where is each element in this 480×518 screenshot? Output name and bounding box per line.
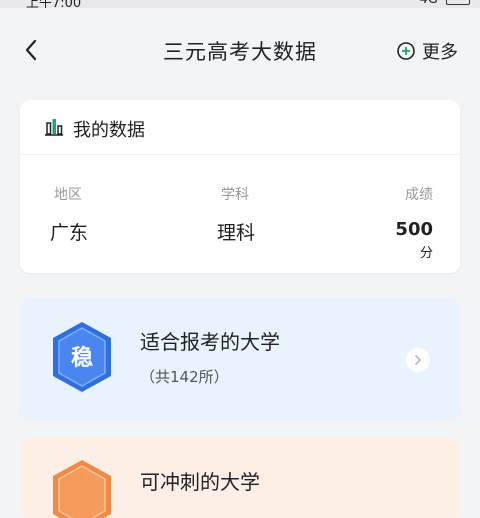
plus-circle-icon [397, 42, 415, 60]
reach-title: 可冲刺的大学 [140, 470, 260, 494]
suitable-arrow-button[interactable] [406, 348, 430, 372]
suitable-universities-card[interactable]: 稳 适合报考的大学 （共142所） [20, 298, 460, 420]
suitable-title: 适合报考的大学 [140, 330, 280, 354]
header: 三元高考大数据 更多 [0, 8, 480, 90]
my-data-card: 我的数据 地区 广东 学科 理科 成绩 500 分 [20, 100, 460, 273]
score-value: 500 [395, 219, 433, 240]
my-data-header: 我的数据 [20, 100, 460, 155]
stable-badge-icon: 稳 [53, 322, 111, 392]
region-field: 地区 广东 [50, 184, 88, 245]
bar-chart-icon [45, 119, 63, 136]
score-field: 成绩 500 分 [383, 184, 433, 262]
my-data-title: 我的数据 [73, 120, 145, 141]
reach-badge-icon [53, 460, 111, 518]
reach-universities-card[interactable]: 可冲刺的大学 [20, 438, 460, 518]
more-button[interactable]: 更多 [396, 38, 458, 64]
status-bar: 上午7:00 4G [0, 0, 480, 11]
battery-icon [446, 0, 470, 5]
subject-field: 学科 理科 [217, 184, 255, 245]
chevron-right-icon [415, 355, 421, 365]
subject-value: 理科 [217, 222, 256, 244]
subject-label: 学科 [221, 187, 249, 203]
more-label: 更多 [422, 42, 458, 63]
stable-badge-text: 稳 [71, 345, 93, 371]
region-label: 地区 [54, 187, 82, 203]
signal-label: 4G [420, 0, 438, 7]
score-label: 成绩 [405, 187, 433, 203]
score-value-wrap: 500 分 [383, 218, 433, 262]
region-value: 广东 [50, 222, 89, 244]
suitable-count: （共142所） [140, 368, 229, 386]
status-icons: 4G [420, 0, 470, 7]
score-unit: 分 [419, 246, 433, 261]
